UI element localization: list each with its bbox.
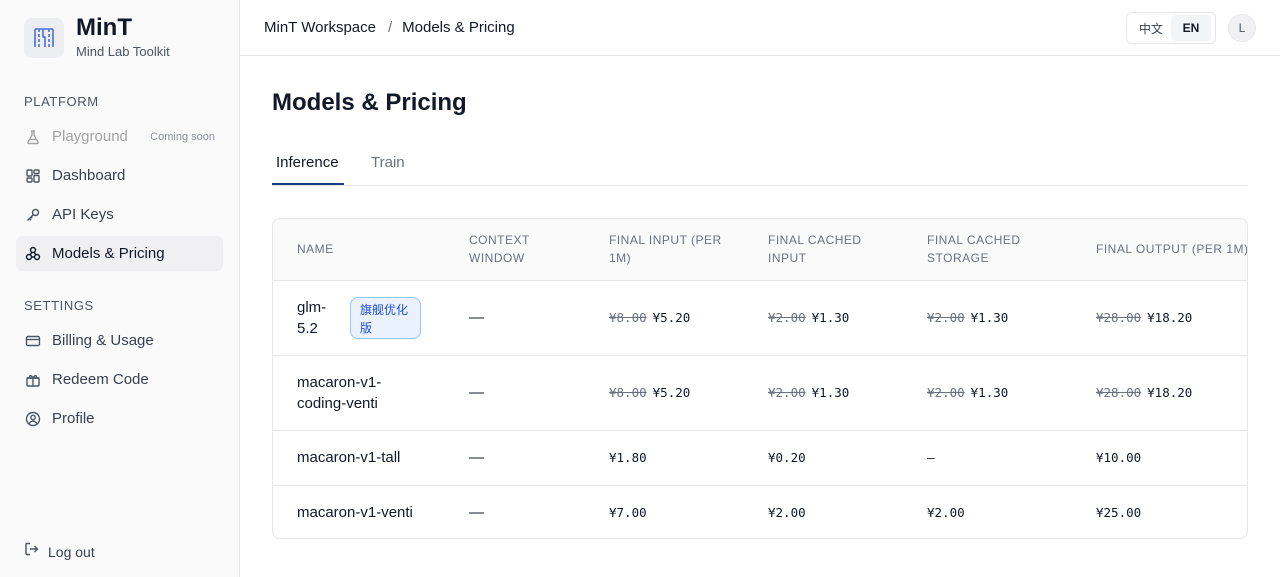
final-output: ¥28.00 ¥18.20 <box>1072 280 1247 356</box>
original-price: ¥28.00 <box>1096 385 1142 400</box>
logout-label: Log out <box>48 543 95 560</box>
final-input: ¥1.80 <box>585 430 744 486</box>
final-cached-input: ¥2.00 ¥1.30 <box>744 355 903 431</box>
model-name: glm-5.2 <box>297 298 327 337</box>
final-cached-input: ¥2.00 ¥1.30 <box>744 280 903 356</box>
sidebar-item-label: Billing & Usage <box>52 332 154 349</box>
user-circle-icon <box>24 410 42 428</box>
active-tab-indicator <box>272 183 344 185</box>
context-window: — <box>445 280 585 356</box>
lang-en-button[interactable]: EN <box>1171 15 1211 41</box>
model-name: macaron-v1-venti <box>297 503 413 521</box>
original-price: ¥2.00 <box>768 385 806 400</box>
table-header-row: NAME CONTEXT WINDOW FINAL INPUT (PER 1M)… <box>273 219 1247 281</box>
tab-inference[interactable]: Inference <box>276 154 339 186</box>
original-price: ¥2.00 <box>927 310 965 325</box>
brand-subtitle: Mind Lab Toolkit <box>76 44 170 59</box>
final-output: ¥28.00 ¥18.20 <box>1072 355 1247 431</box>
pricing-table: NAME CONTEXT WINDOW FINAL INPUT (PER 1M)… <box>272 218 1248 539</box>
language-switcher: 中文 EN <box>1126 12 1216 44</box>
breadcrumb-current: Models & Pricing <box>402 19 515 36</box>
final-output: ¥25.00 <box>1096 504 1142 520</box>
sidebar-item-profile[interactable]: Profile <box>16 401 223 436</box>
section-platform: PLATFORM <box>24 94 99 109</box>
sidebar-item-redeem-code[interactable]: Redeem Code <box>16 362 223 397</box>
header-final-output: FINAL OUTPUT (PER 1M) <box>1072 219 1247 281</box>
sidebar-item-label: API Keys <box>52 206 114 223</box>
table-row[interactable]: macaron-v1-tall — ¥1.80 ¥0.20 — ¥10.00 <box>273 430 1247 486</box>
breadcrumb-workspace[interactable]: MinT Workspace <box>264 19 376 36</box>
key-icon <box>24 206 42 224</box>
final-price: ¥1.30 <box>970 385 1009 400</box>
section-settings: SETTINGS <box>24 298 94 313</box>
flask-icon <box>24 128 42 146</box>
logout-icon <box>24 541 40 562</box>
context-window: — <box>445 355 585 431</box>
brand-title: MinT <box>76 14 132 41</box>
final-price: ¥5.20 <box>652 385 691 400</box>
sidebar-item-playground[interactable]: Playground Coming soon <box>16 119 223 154</box>
final-cached-storage: ¥2.00 ¥1.30 <box>903 355 1072 431</box>
original-price: ¥28.00 <box>1096 310 1142 325</box>
tab-train[interactable]: Train <box>371 154 405 186</box>
dashboard-icon <box>24 167 42 185</box>
coming-soon-badge: Coming soon <box>150 130 215 143</box>
final-cached-storage: ¥2.00 ¥1.30 <box>903 280 1072 356</box>
final-input: ¥8.00 ¥5.20 <box>585 280 744 356</box>
sidebar-item-label: Dashboard <box>52 167 126 184</box>
table-row[interactable]: macaron-v1-venti — ¥7.00 ¥2.00 ¥2.00 ¥25… <box>273 485 1247 538</box>
table-row[interactable]: macaron-v1-coding-venti — ¥8.00 ¥5.20 ¥2.… <box>273 355 1247 431</box>
models-icon <box>24 245 42 263</box>
context-window: — <box>469 503 484 521</box>
original-price: ¥8.00 <box>609 310 647 325</box>
logout-button[interactable]: Log out <box>24 541 95 562</box>
final-price: ¥5.20 <box>652 310 691 325</box>
final-cached-storage: ¥2.00 <box>927 504 965 520</box>
credit-card-icon <box>24 332 42 350</box>
final-price: ¥1.30 <box>811 385 850 400</box>
breadcrumb: MinT Workspace / Models & Pricing <box>264 19 515 36</box>
sidebar-item-label: Playground <box>52 128 128 145</box>
gift-icon <box>24 371 42 389</box>
top-header: MinT Workspace / Models & Pricing 中文 EN … <box>240 0 1280 56</box>
context-window: — <box>445 430 585 486</box>
original-price: ¥2.00 <box>927 385 965 400</box>
final-cached-input: ¥0.20 <box>744 430 903 486</box>
sidebar-item-models-pricing[interactable]: Models & Pricing <box>16 236 223 271</box>
sidebar-item-label: Profile <box>52 410 95 427</box>
header-name: NAME <box>273 219 445 281</box>
sidebar-item-api-keys[interactable]: API Keys <box>16 197 223 232</box>
sidebar-item-label: Models & Pricing <box>52 245 165 262</box>
final-input: ¥7.00 <box>609 504 647 520</box>
sidebar-item-label: Redeem Code <box>52 371 149 388</box>
model-badge: 旗舰优化版 <box>350 296 421 339</box>
original-price: ¥8.00 <box>609 385 647 400</box>
page-title: Models & Pricing <box>272 89 467 116</box>
avatar[interactable]: L <box>1228 14 1256 42</box>
final-cached-input: ¥2.00 <box>768 504 806 520</box>
final-price: ¥18.20 <box>1147 310 1193 325</box>
breadcrumb-separator: / <box>387 19 393 36</box>
sidebar-item-dashboard[interactable]: Dashboard <box>16 158 223 193</box>
brand[interactable]: MinT Mind Lab Toolkit <box>24 16 170 59</box>
table-row[interactable]: glm-5.2 旗舰优化版 — ¥8.00 ¥5.20 ¥2.00 ¥1.30 ¥2… <box>273 280 1247 356</box>
model-name: macaron-v1-coding-venti <box>297 373 382 412</box>
final-price: ¥1.30 <box>970 310 1009 325</box>
final-output: ¥10.00 <box>1072 430 1247 486</box>
sidebar-item-billing[interactable]: Billing & Usage <box>16 323 223 358</box>
original-price: ¥2.00 <box>768 310 806 325</box>
tab-bar: Inference Train <box>272 144 1248 186</box>
sidebar: MinT Mind Lab Toolkit PLATFORM Playgroun… <box>0 0 240 577</box>
header-final-cached-input: FINAL CACHED INPUT <box>744 219 903 281</box>
final-price: ¥1.30 <box>811 310 850 325</box>
final-input: ¥8.00 ¥5.20 <box>585 355 744 431</box>
header-context-window: CONTEXT WINDOW <box>445 219 585 281</box>
mint-logo-icon <box>24 17 64 58</box>
header-final-cached-storage: FINAL CACHED STORAGE <box>903 219 1072 281</box>
lang-zh-button[interactable]: 中文 <box>1131 15 1171 41</box>
model-name: macaron-v1-tall <box>273 430 445 486</box>
final-cached-storage: — <box>903 430 1072 486</box>
final-price: ¥18.20 <box>1147 385 1193 400</box>
header-final-input: FINAL INPUT (PER 1M) <box>585 219 744 281</box>
